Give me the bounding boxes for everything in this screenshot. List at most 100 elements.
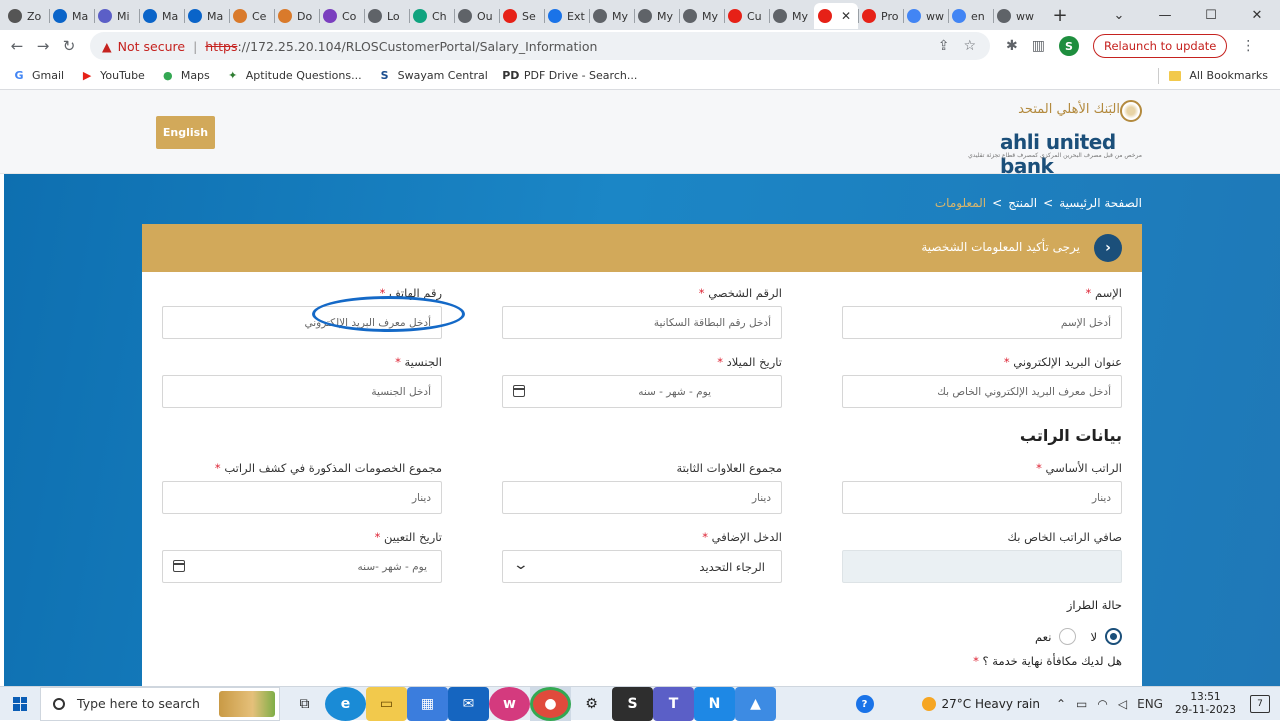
close-tab-icon[interactable]: ✕ — [841, 9, 851, 23]
weather-widget[interactable]: 27°C Heavy rain — [921, 697, 1040, 711]
bookmark-item[interactable]: G Gmail — [12, 69, 64, 83]
browser-tab[interactable]: Co — [319, 3, 364, 29]
chrome-icon[interactable]: ● — [530, 686, 571, 721]
browser-tab[interactable]: Ce — [229, 3, 274, 29]
minimize-button[interactable]: — — [1142, 0, 1188, 30]
start-button[interactable] — [0, 687, 40, 721]
clock[interactable]: 13:51 29-11-2023 — [1175, 691, 1236, 717]
allowances-input[interactable]: دينار — [502, 481, 782, 514]
close-window-button[interactable]: ✕ — [1234, 0, 1280, 30]
calendar-icon[interactable] — [173, 560, 185, 572]
maximize-button[interactable]: ☐ — [1188, 0, 1234, 30]
browser-tab[interactable]: Se — [499, 3, 544, 29]
tab-label: My — [792, 9, 809, 23]
required-marker: * — [1003, 355, 1010, 369]
calendar-icon[interactable] — [513, 385, 525, 397]
extra-income-select[interactable]: الرجاء التحديد ⌄ — [502, 550, 782, 583]
bookmark-item[interactable]: ✦ Aptitude Questions... — [226, 69, 361, 83]
photos-icon[interactable]: ▲ — [735, 686, 776, 721]
bookmark-item[interactable]: S Swayam Central — [378, 69, 488, 83]
radio-yes[interactable] — [1059, 628, 1077, 645]
store-icon[interactable]: ▦ — [407, 686, 448, 721]
dob-input[interactable]: يوم - شهر - سنه — [502, 375, 782, 408]
browser-tab[interactable]: Cu — [724, 3, 769, 29]
browser-tab[interactable]: Ma — [184, 3, 229, 29]
reload-button[interactable]: ↻ — [56, 33, 82, 59]
browser-tab[interactable]: Do — [274, 3, 319, 29]
address-bar[interactable]: ▲ Not secure | https ://172.25.20.104/RL… — [90, 32, 990, 60]
battery-icon[interactable]: ▭ — [1076, 697, 1087, 711]
app-w-icon[interactable]: w — [489, 686, 530, 721]
nationality-input[interactable]: أدخل الجنسية — [162, 375, 442, 408]
bookmark-star-icon[interactable]: ☆ — [963, 38, 976, 54]
bank-logo[interactable]: البَنك الأهلي المتحد ahli united bank مر… — [968, 100, 1142, 178]
browser-tab[interactable]: Ou — [454, 3, 499, 29]
file-explorer-icon[interactable]: ▭ — [366, 686, 407, 721]
browser-tab[interactable]: Zo — [4, 3, 49, 29]
forward-button[interactable]: → — [30, 33, 56, 59]
tab-label: Ma — [72, 9, 89, 23]
teams-icon[interactable]: T — [653, 686, 694, 721]
join-date-input[interactable]: يوم - شهر -سنه — [162, 550, 442, 583]
name-input[interactable]: أدخل الإسم — [842, 306, 1122, 339]
browser-tab[interactable]: My — [634, 3, 679, 29]
browser-tab[interactable]: ww — [993, 3, 1038, 29]
bookmark-item[interactable]: ● Maps — [161, 69, 210, 83]
side-panel-icon[interactable]: ▥ — [1032, 38, 1045, 54]
email-input[interactable]: أدخل معرف البريد الإلكتروني الخاص بك — [842, 375, 1122, 408]
menu-icon[interactable]: ⋮ — [1241, 38, 1255, 54]
task-view-icon[interactable]: ⧉ — [284, 687, 325, 721]
app-ss-icon[interactable]: S — [612, 686, 653, 721]
notifications-button[interactable]: 7 — [1250, 695, 1270, 713]
breadcrumb-home[interactable]: الصفحة الرئيسية — [1059, 196, 1142, 210]
browser-tab[interactable]: My — [589, 3, 634, 29]
radio-no[interactable] — [1105, 628, 1122, 645]
tab-search-icon[interactable]: ⌄ — [1096, 0, 1142, 30]
browser-tab[interactable]: Pro — [858, 3, 903, 29]
help-icon[interactable]: ? — [855, 695, 874, 713]
volume-icon[interactable]: ◁ — [1118, 697, 1127, 711]
tab-label: Zo — [27, 9, 42, 23]
browser-tab[interactable]: Ma — [139, 3, 184, 29]
deductions-input[interactable]: دينار — [162, 481, 442, 514]
mail-icon[interactable]: ✉ — [448, 686, 489, 721]
browser-tab[interactable]: Mi — [94, 3, 139, 29]
tab-favicon-icon — [98, 9, 112, 23]
browser-tab[interactable]: My — [769, 3, 814, 29]
all-bookmarks-button[interactable]: All Bookmarks — [1158, 67, 1268, 84]
browser-tab[interactable]: en — [948, 3, 993, 29]
net-salary-input — [842, 550, 1122, 583]
chevron-right-icon[interactable]: › — [1094, 234, 1122, 262]
bookmark-item[interactable]: ▶ YouTube — [80, 69, 145, 83]
language-button[interactable]: English — [156, 116, 215, 149]
browser-tab[interactable]: Lo — [364, 3, 409, 29]
browser-tab[interactable]: Ma — [49, 3, 94, 29]
browser-tab[interactable]: Ext — [544, 3, 589, 29]
browser-tab[interactable]: My — [679, 3, 724, 29]
extensions-icon[interactable]: ✱ — [1006, 38, 1018, 54]
new-tab-button[interactable]: + — [1046, 3, 1074, 27]
relaunch-button[interactable]: Relaunch to update — [1092, 34, 1228, 58]
not-secure-label[interactable]: Not secure — [118, 39, 185, 54]
dob-field-group: تاريخ الميلاد * يوم - شهر - سنه — [502, 355, 782, 408]
language-indicator[interactable]: ENG — [1137, 697, 1163, 711]
browser-tab[interactable]: Ch — [409, 3, 454, 29]
app-nx-icon[interactable]: N — [694, 686, 735, 721]
edge-icon[interactable]: e — [325, 686, 366, 721]
settings-icon[interactable]: ⚙ — [571, 687, 612, 721]
weather-icon — [921, 697, 936, 711]
breadcrumb-product[interactable]: المنتج — [1008, 196, 1037, 210]
network-icon[interactable]: ◠ — [1097, 697, 1107, 711]
weather-text: 27°C Heavy rain — [941, 697, 1040, 711]
taskbar-search[interactable]: Type here to search — [40, 686, 280, 721]
basic-salary-input[interactable]: دينار — [842, 481, 1122, 514]
bookmark-icon: G — [14, 69, 24, 82]
share-icon[interactable]: ⇪ — [938, 38, 950, 54]
chevron-up-icon[interactable]: ⌃ — [1056, 697, 1066, 711]
bookmark-item[interactable]: PD PDF Drive - Search... — [502, 69, 637, 83]
tab-active[interactable]: ✕ — [814, 3, 858, 29]
civil-id-input[interactable]: أدخل رقم البطاقة السكانية — [502, 306, 782, 339]
profile-avatar[interactable]: S — [1058, 36, 1079, 56]
back-button[interactable]: ← — [4, 33, 30, 59]
browser-tab[interactable]: ww — [903, 3, 948, 29]
